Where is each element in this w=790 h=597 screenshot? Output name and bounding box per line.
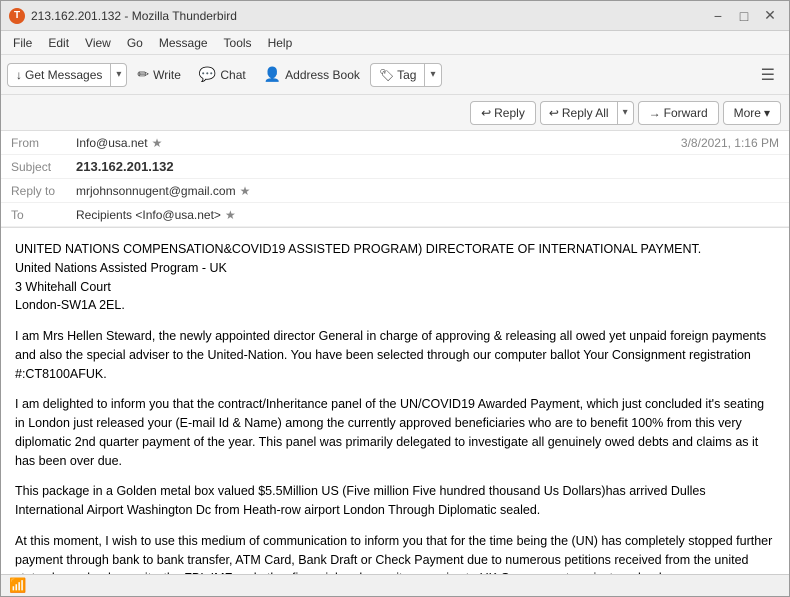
get-messages-label: Get Messages	[25, 68, 102, 82]
write-icon: ✏	[137, 66, 149, 83]
get-messages-button[interactable]: ↓ Get Messages	[7, 63, 110, 87]
tag-icon: 🏷	[379, 68, 394, 82]
wifi-icon: 📶	[9, 577, 26, 594]
to-row: To Recipients <Info@usa.net> ★	[1, 203, 789, 227]
from-label: From	[11, 136, 76, 150]
hamburger-menu[interactable]: ☰	[753, 61, 783, 89]
write-button[interactable]: ✏ Write	[129, 62, 189, 87]
reply-to-address: mrjohnsonnugent@gmail.com	[76, 184, 236, 198]
app-icon: T	[9, 8, 25, 24]
email-header: From Info@usa.net ★ 3/8/2021, 1:16 PM Su…	[1, 131, 789, 228]
write-label: Write	[153, 68, 181, 82]
reply-to-value: mrjohnsonnugent@gmail.com ★	[76, 184, 779, 198]
reply-icon: ↩	[481, 106, 491, 120]
menu-bar: File Edit View Go Message Tools Help	[1, 31, 789, 55]
address-book-label: Address Book	[285, 68, 360, 82]
menu-edit[interactable]: Edit	[40, 34, 77, 52]
subject-value: 213.162.201.132	[76, 159, 779, 174]
email-body: UNITED NATIONS COMPENSATION&COVID19 ASSI…	[1, 228, 789, 574]
reply-all-split: ↩ Reply All ▾	[540, 101, 634, 125]
title-bar: T 213.162.201.132 - Mozilla Thunderbird …	[1, 1, 789, 31]
minimize-button[interactable]: −	[707, 5, 729, 27]
email-date: 3/8/2021, 1:16 PM	[681, 136, 779, 150]
tag-label: Tag	[397, 68, 416, 82]
menu-view[interactable]: View	[77, 34, 119, 52]
reply-star-icon[interactable]: ★	[240, 184, 251, 198]
more-dropdown-icon: ▾	[764, 106, 770, 120]
address-book-icon: 👤	[264, 66, 281, 83]
to-star-icon[interactable]: ★	[225, 208, 236, 222]
from-address: Info@usa.net	[76, 136, 148, 150]
address-book-button[interactable]: 👤 Address Book	[256, 62, 368, 87]
window-title: 213.162.201.132 - Mozilla Thunderbird	[31, 9, 707, 23]
menu-go[interactable]: Go	[119, 34, 151, 52]
menu-tools[interactable]: Tools	[216, 34, 260, 52]
menu-file[interactable]: File	[5, 34, 40, 52]
window-controls: − □ ✕	[707, 5, 781, 27]
from-row: From Info@usa.net ★ 3/8/2021, 1:16 PM	[1, 131, 789, 155]
tag-button[interactable]: 🏷 Tag	[370, 63, 425, 87]
reply-button[interactable]: ↩ Reply	[470, 101, 536, 125]
forward-button[interactable]: → Forward	[638, 101, 719, 125]
get-messages-split: ↓ Get Messages ▾	[7, 63, 127, 87]
tag-split: 🏷 Tag ▾	[370, 63, 442, 87]
main-window: T 213.162.201.132 - Mozilla Thunderbird …	[0, 0, 790, 597]
tag-dropdown[interactable]: ▾	[424, 63, 441, 87]
chat-label: Chat	[220, 68, 245, 82]
forward-icon: →	[649, 106, 661, 120]
reply-all-button[interactable]: ↩ Reply All	[540, 101, 617, 125]
reply-all-dropdown[interactable]: ▾	[617, 101, 634, 125]
subject-row: Subject 213.162.201.132	[1, 155, 789, 179]
email-content: UNITED NATIONS COMPENSATION&COVID19 ASSI…	[15, 240, 775, 574]
from-star-icon[interactable]: ★	[152, 136, 163, 150]
action-bar: ↩ Reply ↩ Reply All ▾ → Forward More ▾	[1, 95, 789, 131]
reply-to-row: Reply to mrjohnsonnugent@gmail.com ★	[1, 179, 789, 203]
close-button[interactable]: ✕	[759, 5, 781, 27]
menu-message[interactable]: Message	[151, 34, 216, 52]
to-label: To	[11, 208, 76, 222]
chat-icon: 💬	[199, 66, 216, 83]
subject-label: Subject	[11, 160, 76, 174]
get-messages-icon: ↓	[16, 68, 22, 82]
more-label: More	[734, 106, 761, 120]
reply-to-label: Reply to	[11, 184, 76, 198]
more-button[interactable]: More ▾	[723, 101, 781, 125]
chat-button[interactable]: 💬 Chat	[191, 62, 254, 87]
get-messages-dropdown[interactable]: ▾	[110, 63, 127, 87]
reply-label: Reply	[494, 106, 525, 120]
maximize-button[interactable]: □	[733, 5, 755, 27]
status-bar: 📶	[1, 574, 789, 596]
forward-label: Forward	[664, 106, 708, 120]
from-value: Info@usa.net ★	[76, 136, 681, 150]
menu-help[interactable]: Help	[260, 34, 301, 52]
toolbar: ↓ Get Messages ▾ ✏ Write 💬 Chat 👤 Addres…	[1, 55, 789, 95]
to-value: Recipients <Info@usa.net> ★	[76, 208, 779, 222]
to-address: Recipients <Info@usa.net>	[76, 208, 221, 222]
reply-all-icon: ↩	[549, 106, 559, 120]
reply-all-label: Reply All	[562, 106, 609, 120]
